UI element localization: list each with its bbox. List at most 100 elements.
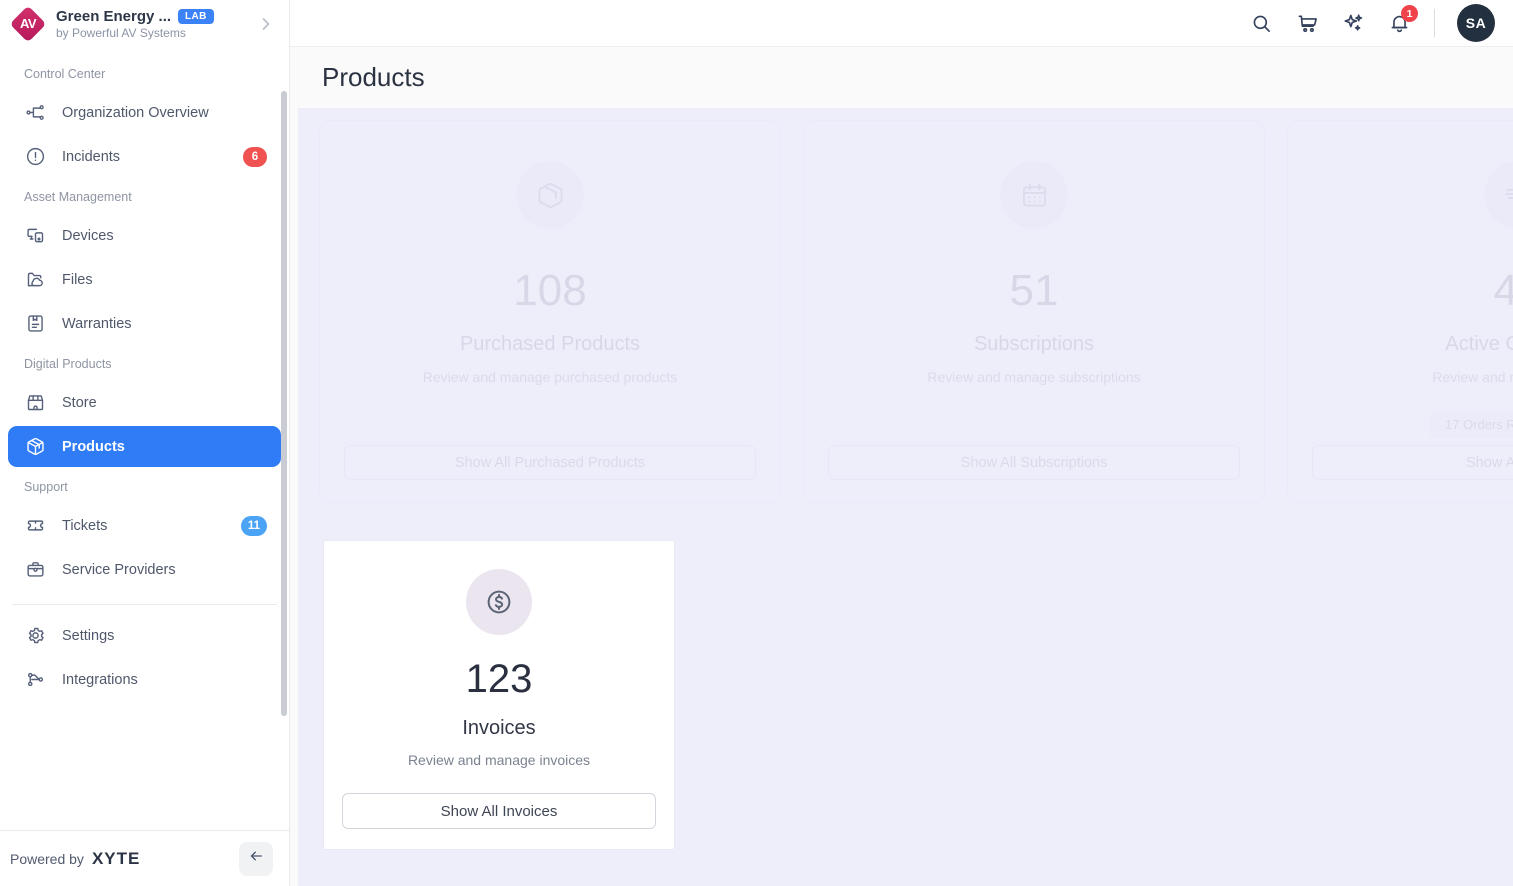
sidebar-item-tickets[interactable]: Tickets 11 (8, 505, 281, 546)
sidebar-item-label: Tickets (62, 517, 108, 534)
show-all-purchased-products-button[interactable]: Show All Purchased Products (344, 445, 756, 480)
gear-icon (24, 625, 46, 647)
stat-value: 44 (1493, 266, 1513, 315)
calendar-icon (1000, 161, 1068, 229)
main-area: 1 SA Products 108 Purchased Products Rev… (290, 0, 1513, 886)
briefcase-icon (24, 559, 46, 581)
invoices-label: Invoices (462, 717, 536, 739)
stat-value: 108 (513, 266, 587, 315)
orders-require-action-chip[interactable]: 17 Orders Require Action (1429, 411, 1513, 438)
notification-count-badge: 1 (1401, 5, 1418, 22)
arrow-left-icon (247, 847, 265, 870)
sparkles-icon[interactable] (1340, 10, 1366, 36)
shopping-cart-icon[interactable] (1294, 10, 1320, 36)
card-invoices[interactable]: 123 Invoices Review and manage invoices … (323, 540, 675, 850)
warranty-document-icon (24, 313, 46, 335)
avatar[interactable]: SA (1457, 4, 1495, 42)
sidebar-item-incidents[interactable]: Incidents 6 (8, 136, 281, 177)
box-icon (516, 161, 584, 229)
sidebar-item-label: Organization Overview (62, 104, 209, 121)
group-label-support: Support (24, 480, 68, 494)
stat-label-text: Active Orders (1445, 333, 1513, 355)
group-label-asset-management: Asset Management (24, 190, 132, 204)
stat-value: 51 (1009, 266, 1059, 315)
sidebar-item-devices[interactable]: Devices (8, 215, 281, 256)
xyte-logo-text: XYTE (91, 848, 141, 868)
show-all-subscriptions-button[interactable]: Show All Subscriptions (828, 445, 1240, 480)
app-root: AV Green Energy ... LAB by Powerful AV S… (0, 0, 1513, 886)
powered-by-label: Powered by (10, 850, 84, 867)
stat-cards-row: 108 Purchased Products Review and manage… (298, 120, 1513, 503)
sidebar: AV Green Energy ... LAB by Powerful AV S… (0, 0, 290, 886)
sidebar-item-label: Incidents (62, 148, 121, 165)
topbar-divider (1434, 9, 1435, 37)
page-title: Products (322, 62, 425, 92)
chevron-right-icon[interactable] (255, 13, 277, 35)
tickets-badge: 11 (240, 515, 267, 536)
sidebar-divider (12, 604, 277, 605)
sidebar-item-label: Integrations (62, 671, 138, 688)
stat-label: Subscriptions (974, 333, 1094, 356)
sidebar-scrollbar[interactable] (281, 91, 287, 716)
page-header: Products (290, 47, 1513, 108)
sidebar-item-label: Products (62, 438, 125, 455)
stat-description: Review and manage purchased products (422, 369, 678, 385)
invoices-row: 123 Invoices Review and manage invoices … (298, 503, 1513, 850)
card-active-orders[interactable]: 44 Active Orders i Review and manage ord… (1287, 120, 1513, 503)
device-monitor-icon (24, 225, 46, 247)
incidents-badge: 6 (243, 146, 267, 167)
topbar: 1 SA (290, 0, 1513, 47)
invoices-value: 123 (465, 657, 533, 701)
card-purchased-products[interactable]: 108 Purchased Products Review and manage… (319, 120, 781, 503)
delivery-truck-icon (1484, 161, 1513, 229)
sidebar-item-store[interactable]: Store (8, 382, 281, 423)
show-all-invoices-button[interactable]: Show All Invoices (342, 793, 656, 829)
folder-cloud-icon (24, 269, 46, 291)
stat-label-text: Purchased Products (459, 333, 641, 355)
sidebar-item-label: Warranties (62, 315, 132, 332)
sidebar-nav: Control Center Organization Overview Inc… (0, 47, 289, 830)
av-logo-icon: AV (9, 5, 47, 42)
card-subscriptions[interactable]: 51 Subscriptions Review and manage subsc… (803, 120, 1265, 503)
dollar-coin-icon (466, 569, 532, 635)
stat-label: Purchased Products (460, 333, 640, 356)
stat-label: Active Orders i (1445, 333, 1513, 356)
sidebar-item-settings[interactable]: Settings (8, 615, 281, 656)
sidebar-item-label: Settings (62, 627, 115, 644)
sidebar-item-service-providers[interactable]: Service Providers (8, 549, 281, 590)
integrations-icon (24, 669, 46, 691)
sidebar-item-warranties[interactable]: Warranties (8, 303, 281, 344)
store-icon (24, 392, 46, 414)
ticket-icon (24, 515, 46, 537)
collapse-sidebar-button[interactable] (239, 841, 273, 876)
lab-badge: LAB (178, 8, 214, 24)
sidebar-footer: Powered by XYTE (0, 830, 289, 886)
show-all-orders-button[interactable]: Show All Orders (1312, 445, 1513, 480)
sidebar-item-files[interactable]: Files (8, 259, 281, 300)
logo-text: AV (19, 16, 37, 31)
search-icon[interactable] (1248, 10, 1274, 36)
stat-description: Review and manage orders (1432, 369, 1513, 385)
sidebar-item-products[interactable]: Products (8, 426, 281, 467)
sidebar-item-label: Store (62, 394, 97, 411)
org-switcher[interactable]: AV Green Energy ... LAB by Powerful AV S… (0, 0, 289, 47)
org-name: Green Energy ... (56, 7, 172, 25)
bell-icon[interactable]: 1 (1386, 5, 1418, 36)
sidebar-item-label: Devices (62, 227, 114, 244)
stat-description: Review and manage subscriptions (927, 369, 1141, 385)
group-label-control-center: Control Center (24, 67, 106, 81)
group-label-digital-products: Digital Products (24, 357, 112, 371)
powered-by-group: Powered by XYTE (10, 849, 140, 869)
alert-circle-icon (24, 146, 46, 168)
org-subtitle: by Powerful AV Systems (56, 25, 186, 40)
sidebar-item-organization-overview[interactable]: Organization Overview (8, 92, 281, 133)
invoices-description: Review and manage invoices (407, 752, 591, 768)
org-chart-icon (24, 102, 46, 124)
sidebar-item-label: Service Providers (62, 561, 176, 578)
org-titles: Green Energy ... LAB by Powerful AV Syst… (56, 8, 245, 40)
content-wrap: 108 Purchased Products Review and manage… (290, 108, 1513, 886)
stat-label-text: Subscriptions (973, 333, 1095, 355)
box-icon (24, 436, 46, 458)
sidebar-item-label: Files (62, 271, 93, 288)
sidebar-item-integrations[interactable]: Integrations (8, 659, 281, 700)
